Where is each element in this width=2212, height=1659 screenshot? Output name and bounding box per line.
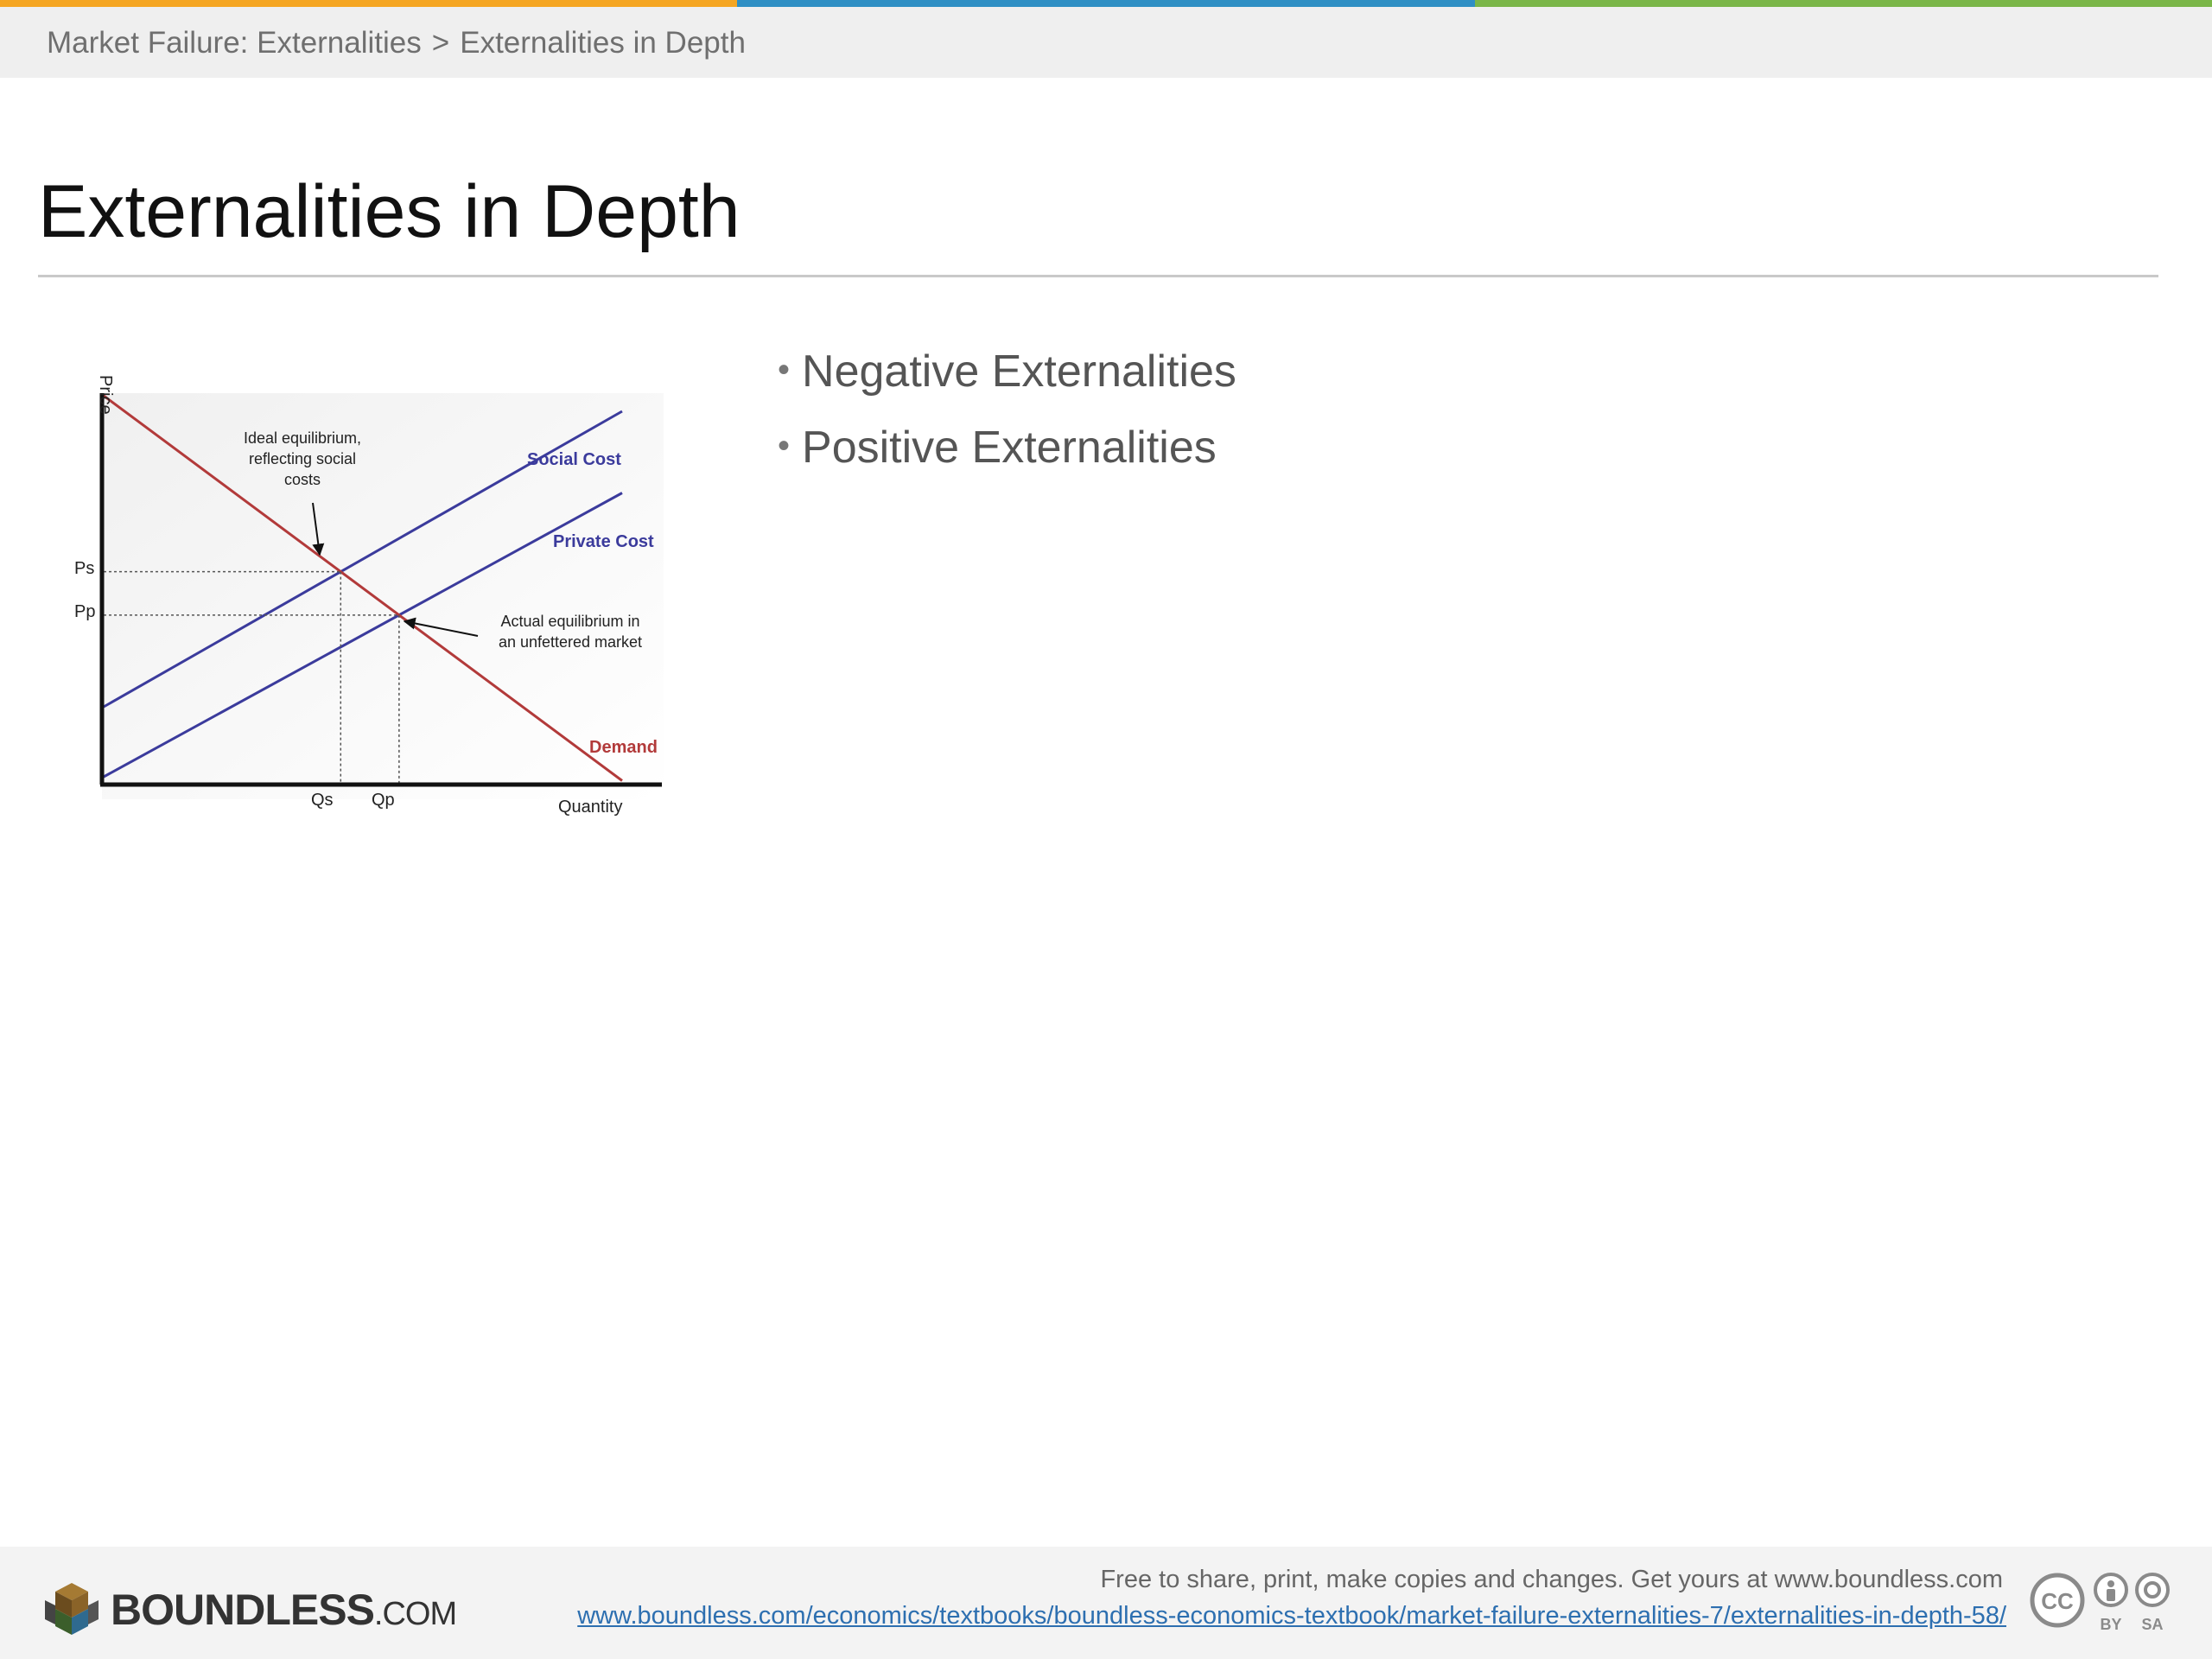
- share-notice: Free to share, print, make copies and ch…: [1100, 1566, 2003, 1593]
- breadcrumb-current: Externalities in Depth: [460, 26, 746, 60]
- y-axis-label: Price: [96, 375, 115, 415]
- social-cost-label: Social Cost: [527, 450, 621, 469]
- bullet-dot: •: [778, 351, 791, 389]
- title-divider: [38, 275, 2158, 277]
- x-axis-label: Quantity: [558, 798, 622, 817]
- bullet-item: • Positive Externalities: [778, 409, 1236, 485]
- bullet-dot: •: [778, 427, 791, 465]
- breadcrumb-parent[interactable]: Market Failure: Externalities: [47, 26, 422, 60]
- by-text: BY: [2100, 1616, 2121, 1633]
- top-bar-segment: [0, 0, 738, 7]
- private-cost-label: Private Cost: [553, 532, 654, 551]
- cube-logo-icon: [45, 1583, 99, 1635]
- ideal-equilibrium-note: Ideal equilibrium, reflecting social cos…: [244, 429, 361, 488]
- bullet-text: Negative Externalities: [802, 346, 1236, 397]
- x-tick-qp: Qp: [372, 791, 395, 810]
- slide-title: Externalities in Depth: [38, 170, 741, 253]
- breadcrumb-separator: >: [431, 26, 450, 60]
- top-bar-segment: [1474, 0, 2212, 7]
- bullet-item: • Negative Externalities: [778, 333, 1236, 409]
- demand-label: Demand: [589, 738, 658, 757]
- breadcrumb-bar: Market Failure: Externalities > Externalit…: [0, 7, 2212, 78]
- boundless-logo[interactable]: BOUNDLESS.COM: [43, 1581, 457, 1638]
- cc-text: CC: [2041, 1588, 2074, 1614]
- footer: BOUNDLESS.COM Free to share, print, make…: [0, 1547, 2212, 1659]
- top-color-bar: [0, 0, 2212, 7]
- bullet-text: Positive Externalities: [802, 423, 1217, 473]
- bullet-list: • Negative Externalities • Positive Extern…: [778, 333, 1236, 485]
- cc-license-badge[interactable]: CC BY SA: [2026, 1569, 2173, 1638]
- actual-equilibrium-note: Actual equilibrium in an unfettered mark…: [499, 613, 642, 651]
- source-url-link[interactable]: www.boundless.com/economics/textbooks/bo…: [577, 1602, 2006, 1630]
- sa-icon: [2135, 1573, 2170, 1607]
- y-tick-ps: Ps: [74, 559, 94, 578]
- externality-chart: Price Quantity Social Cost Private Cost …: [74, 375, 664, 817]
- sa-text: SA: [2141, 1616, 2163, 1633]
- logo-text: BOUNDLESS.COM: [111, 1586, 457, 1634]
- y-tick-pp: Pp: [74, 602, 95, 621]
- top-bar-segment: [737, 0, 1475, 7]
- breadcrumb: Market Failure: Externalities > Externalit…: [47, 26, 746, 60]
- x-tick-qs: Qs: [311, 791, 334, 810]
